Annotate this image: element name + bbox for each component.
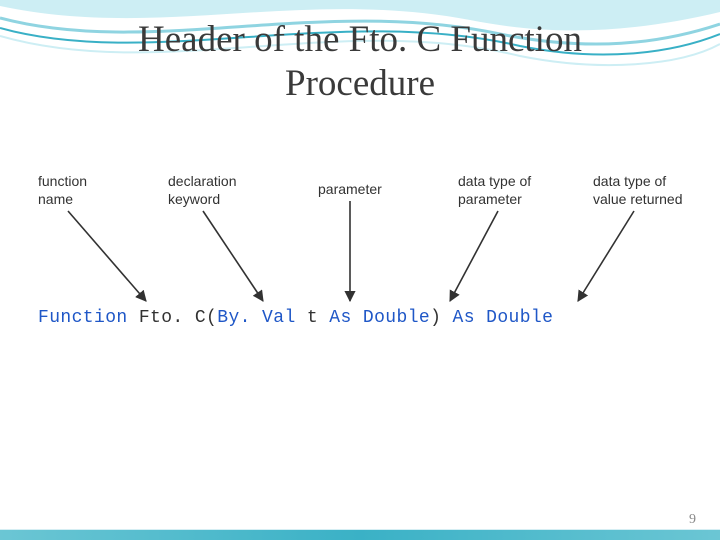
slide-title: Header of the Fto. C Function Procedure [0,18,720,105]
function-header-diagram: function name declaration keyword parame… [38,173,682,353]
footer-swoosh [0,529,720,540]
page-number: 9 [689,512,696,528]
kw-byval: By. Val [217,308,295,328]
title-line-2: Procedure [0,62,720,106]
param-name: t [296,308,330,328]
kw-function: Function [38,308,128,328]
open-paren: ( [206,308,217,328]
close-paren: ) [430,308,441,328]
function-header-code: Function Fto. C(By. Val t As Double) As … [38,308,682,328]
kw-as-2: As [453,308,475,328]
type-param: Double [363,308,430,328]
title-line-1: Header of the Fto. C Function [0,18,720,62]
kw-as-1: As [329,308,351,328]
type-return: Double [486,308,553,328]
identifier: Fto. C [139,308,206,328]
